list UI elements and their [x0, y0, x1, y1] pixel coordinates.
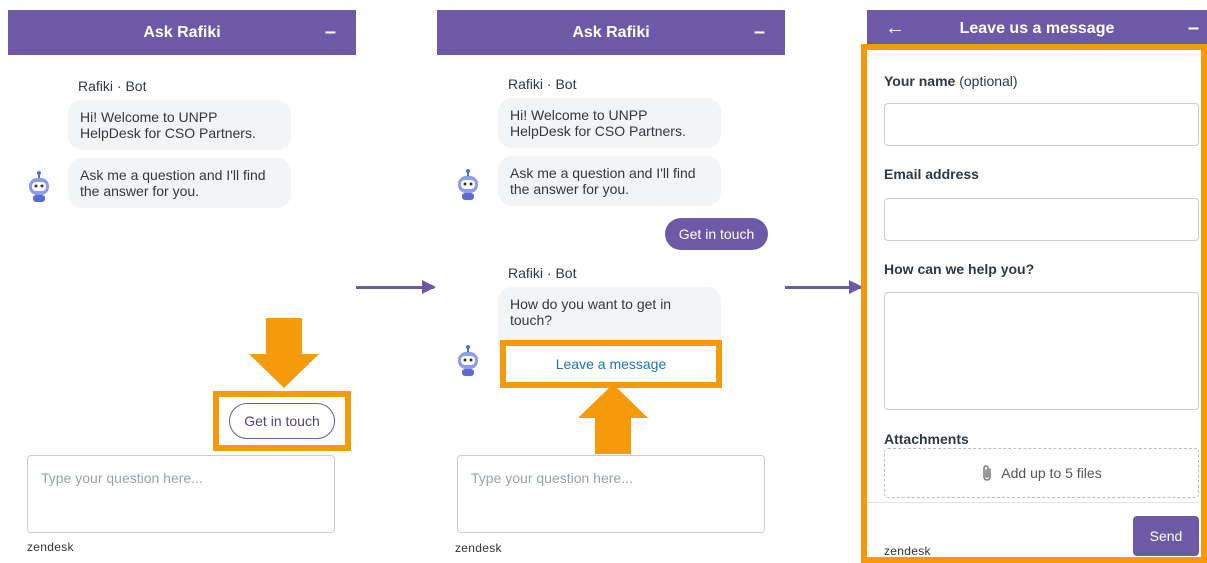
email-label: Email address: [884, 166, 979, 182]
attachments-hint: Add up to 5 files: [1001, 465, 1102, 481]
widget-header: Ask Rafiki –: [437, 10, 785, 55]
chat-widget-2: Ask Rafiki – Rafiki · Bot Hi! Welcome to…: [437, 10, 785, 563]
question-input[interactable]: Type your question here...: [457, 455, 765, 533]
question-input[interactable]: Type your question here...: [27, 455, 335, 533]
flow-arrow: [785, 280, 863, 294]
sender-label: Rafiki · Bot: [508, 76, 577, 92]
bot-avatar-icon: [29, 171, 49, 202]
zendesk-logo: zendesk: [884, 544, 931, 558]
sender-label: Rafiki · Bot: [508, 265, 577, 281]
widget-header: ← Leave us a message –: [867, 10, 1207, 48]
input-placeholder: Type your question here...: [41, 470, 203, 486]
optional-text: (optional): [959, 73, 1018, 89]
zendesk-logo: zendesk: [27, 540, 74, 554]
widget-title: Ask Rafiki: [572, 23, 650, 41]
get-in-touch-button[interactable]: Get in touch: [229, 403, 335, 439]
minimize-button[interactable]: –: [754, 22, 765, 42]
name-label-text: Your name: [884, 73, 956, 89]
minimize-button[interactable]: –: [1188, 18, 1199, 38]
attachments-label: Attachments: [884, 431, 969, 447]
leave-message-option[interactable]: Leave a message: [506, 346, 716, 382]
chat-widget-1: Ask Rafiki – Rafiki · Bot Hi! Welcome to…: [8, 10, 356, 563]
flow-arrow: [356, 280, 436, 294]
bot-message: Hi! Welcome to UNPP HelpDesk for CSO Par…: [498, 98, 721, 148]
widget-header: Ask Rafiki –: [8, 10, 356, 55]
help-textarea[interactable]: [884, 292, 1199, 410]
email-input[interactable]: [884, 198, 1199, 241]
attachment-dropzone[interactable]: Add up to 5 files: [884, 448, 1199, 498]
message-form-widget: ← Leave us a message – Your name (option…: [861, 10, 1207, 563]
user-message: Get in touch: [665, 218, 768, 250]
tutorial-stage: Ask Rafiki – Rafiki · Bot Hi! Welcome to…: [0, 0, 1207, 563]
bot-message: Ask me a question and I'll find the answ…: [68, 158, 291, 208]
input-placeholder: Type your question here...: [471, 470, 633, 486]
widget-title: Ask Rafiki: [143, 23, 221, 41]
zendesk-logo: zendesk: [455, 541, 502, 555]
help-label: How can we help you?: [884, 261, 1035, 277]
bot-question-text: How do you want to get in touch?: [510, 296, 672, 328]
name-label: Your name (optional): [884, 73, 1018, 89]
bot-message: Ask me a question and I'll find the answ…: [498, 156, 721, 206]
send-button[interactable]: Send: [1133, 516, 1199, 556]
widget-title: Leave us a message: [959, 20, 1115, 37]
bot-avatar-icon: [458, 345, 478, 376]
minimize-button[interactable]: –: [325, 22, 336, 42]
bot-avatar-icon: [458, 169, 478, 200]
back-arrow-icon[interactable]: ←: [885, 18, 905, 38]
bot-message: Hi! Welcome to UNPP HelpDesk for CSO Par…: [68, 100, 291, 150]
name-input[interactable]: [884, 103, 1199, 146]
paperclip-icon: [983, 465, 992, 481]
footer-divider: [867, 502, 1199, 503]
sender-label: Rafiki · Bot: [78, 78, 147, 94]
